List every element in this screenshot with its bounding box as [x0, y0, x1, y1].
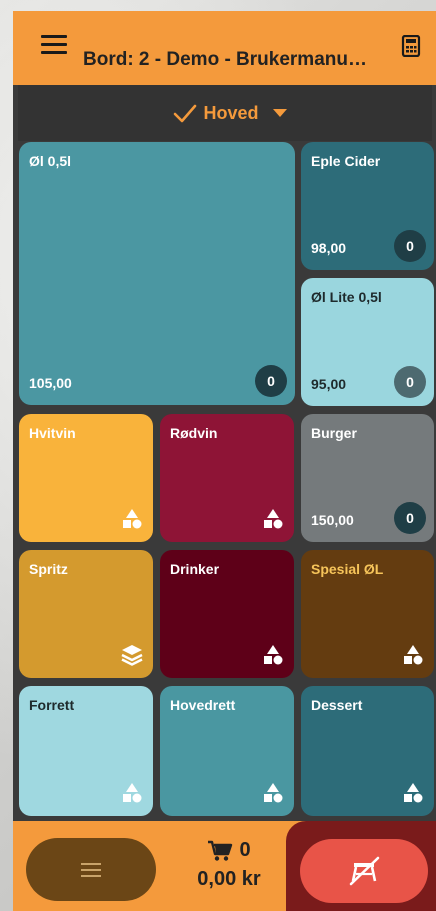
tile-name: Forrett — [29, 697, 75, 713]
category-label: Hoved — [203, 102, 259, 123]
tile-name: Rødvin — [170, 425, 218, 441]
tile-name: Hovedrett — [170, 697, 236, 713]
category-tile-spritz[interactable]: Spritz — [19, 550, 153, 678]
tile-price: 105,00 — [29, 375, 72, 391]
shapes-icon — [264, 509, 283, 529]
no-serve-icon — [349, 856, 380, 886]
shapes-icon — [123, 783, 142, 803]
tile-count-badge: 0 — [394, 230, 426, 262]
tile-name: Dessert — [311, 697, 363, 713]
top-bar: Bord: 2 - Demo - Brukermanu… — [13, 11, 436, 85]
product-tile-ol-05l[interactable]: Øl 0,5l 105,00 0 — [19, 142, 295, 405]
cart-summary[interactable]: 0 0,00 kr — [181, 839, 277, 891]
shapes-icon — [404, 645, 423, 665]
category-tile-hvitvin[interactable]: Hvitvin — [19, 414, 153, 542]
shapes-icon — [123, 509, 142, 529]
hamburger-icon — [81, 859, 101, 881]
tile-price: 150,00 — [311, 512, 354, 528]
bottom-bar: 0 0,00 kr — [13, 821, 436, 911]
calculator-icon[interactable] — [400, 35, 422, 57]
shapes-icon — [264, 783, 283, 803]
tile-name: Spritz — [29, 561, 68, 577]
category-tile-forrett[interactable]: Forrett — [19, 686, 153, 816]
tile-name: Eple Cider — [311, 153, 381, 169]
hamburger-icon[interactable] — [41, 35, 67, 59]
tile-price: 95,00 — [311, 376, 347, 392]
cart-icon — [208, 840, 233, 861]
tile-name: Burger — [311, 425, 357, 441]
tile-name: Spesial ØL — [311, 561, 384, 577]
order-button-highlight — [286, 821, 436, 911]
category-tile-rodvin[interactable]: Rødvin — [160, 414, 294, 542]
tile-count-badge: 0 — [394, 366, 426, 398]
tile-name: Hvitvin — [29, 425, 76, 441]
shapes-icon — [264, 645, 283, 665]
product-tile-eple-cider[interactable]: Eple Cider 98,00 0 — [301, 142, 434, 270]
product-tile-burger[interactable]: Burger 150,00 0 — [301, 414, 434, 542]
tile-count-badge: 0 — [255, 365, 287, 397]
layers-icon — [121, 645, 143, 666]
cart-count: 0 — [239, 839, 251, 861]
tile-count-badge: 0 — [394, 502, 426, 534]
tile-name: Drinker — [170, 561, 220, 577]
shapes-icon — [404, 783, 423, 803]
caret-down-icon — [272, 109, 287, 117]
category-tile-drinker[interactable]: Drinker — [160, 550, 294, 678]
cart-total: 0,00 kr — [197, 868, 261, 890]
menu-button[interactable] — [26, 838, 156, 901]
check-icon — [174, 104, 197, 123]
category-tile-spesial-ol[interactable]: Spesial ØL — [301, 550, 434, 678]
product-tile-ol-lite[interactable]: Øl Lite 0,5l 95,00 0 — [301, 278, 434, 406]
page-title: Bord: 2 - Demo - Brukermanu… — [83, 49, 367, 70]
app-screen: Bord: 2 - Demo - Brukermanu… Hoved Øl 0,… — [13, 11, 436, 911]
tile-price: 98,00 — [311, 240, 347, 256]
tile-name: Øl Lite 0,5l — [311, 289, 382, 305]
category-tile-hovedrett[interactable]: Hovedrett — [160, 686, 294, 816]
tile-name: Øl 0,5l — [29, 153, 72, 169]
category-tile-dessert[interactable]: Dessert — [301, 686, 434, 816]
category-dropdown[interactable]: Hoved — [18, 85, 432, 141]
order-button[interactable] — [300, 839, 428, 903]
